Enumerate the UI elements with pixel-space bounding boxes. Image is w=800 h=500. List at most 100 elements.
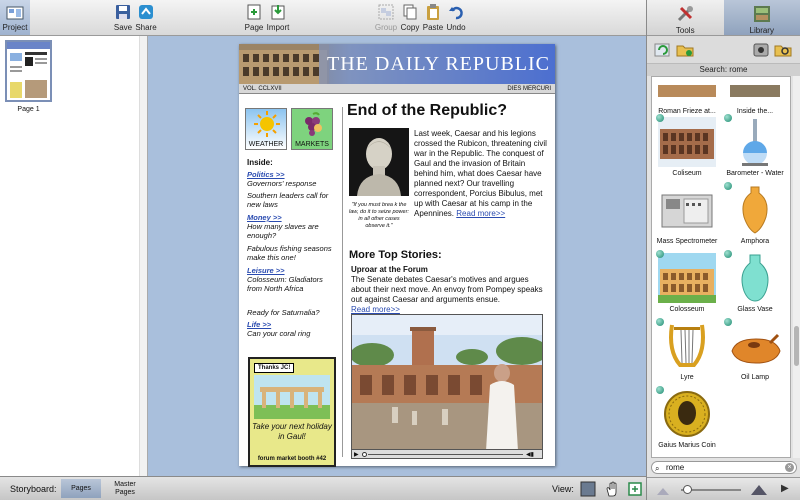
- library-item-label: Inside the...: [736, 108, 774, 115]
- newspaper-page[interactable]: THE DAILY REPUBLIC VOL. CCLXVII DIES MER…: [239, 44, 555, 467]
- refresh-icon[interactable]: [653, 40, 673, 60]
- zoom-bar: ▶: [647, 477, 800, 500]
- interior-icon: [726, 77, 784, 105]
- frieze-icon: [658, 77, 716, 105]
- index-text: Governors' response: [247, 179, 317, 188]
- library-item[interactable]: Coliseum: [654, 114, 720, 185]
- volume-bar: VOL. CCLXVII DIES MERCURI: [239, 84, 555, 94]
- politics-link[interactable]: Politics >>: [247, 170, 285, 179]
- play-icon[interactable]: ▶: [354, 451, 359, 458]
- tab-tools[interactable]: Tools: [647, 0, 724, 35]
- scrubber-knob[interactable]: [362, 452, 367, 457]
- weather-box[interactable]: WEATHER: [245, 108, 287, 150]
- project-label: Project: [2, 23, 28, 32]
- scrubber-track[interactable]: [368, 454, 523, 455]
- life-link[interactable]: Life >>: [247, 320, 271, 329]
- index-text: Fabulous fishing seasons make this one!: [247, 244, 332, 262]
- zoom-out-icon[interactable]: [657, 485, 669, 495]
- library-item[interactable]: Lyre: [654, 318, 720, 389]
- folder-icon[interactable]: [675, 40, 695, 60]
- tools-label: Tools: [675, 26, 695, 35]
- index-text: Ready for Saturnalia?: [247, 308, 320, 317]
- sun-icon: [254, 111, 280, 137]
- colosseum-icon: [656, 250, 716, 303]
- badge-dot: [656, 250, 664, 258]
- play-slideshow-icon[interactable]: ▶: [781, 483, 789, 494]
- library-panel: Tools Library Search: rome Roman Frieze …: [646, 0, 800, 500]
- share-button[interactable]: Share: [124, 3, 168, 32]
- library-item[interactable]: Oil Lamp: [722, 318, 788, 389]
- money-link[interactable]: Money >>: [247, 213, 282, 222]
- bust-drawing: [349, 128, 409, 196]
- project-button[interactable]: Project: [0, 0, 30, 35]
- library-search-input[interactable]: ⌕ rome ×: [651, 461, 797, 474]
- tab-library[interactable]: Library: [723, 0, 800, 35]
- uproar-story: The Senate debates Caesar's motives and …: [351, 275, 546, 315]
- badge-dot: [724, 114, 732, 122]
- badge-dot: [656, 386, 664, 394]
- index-text: Colosseum: Gladiators from North Africa: [247, 275, 323, 293]
- search-icon: ⌕: [655, 464, 660, 473]
- leisure-link[interactable]: Leisure >>: [247, 266, 285, 275]
- library-item-label: Roman Frieze at...: [658, 108, 716, 115]
- library-item[interactable]: Colosseum: [654, 250, 720, 321]
- master-pages-label-1: Master: [114, 481, 136, 488]
- import-button[interactable]: Import: [256, 3, 300, 32]
- import-icon: [271, 5, 285, 20]
- library-item[interactable]: Mass Spectrometer: [654, 185, 720, 253]
- search-results-label: Search: rome: [647, 64, 800, 76]
- index-item-politics[interactable]: Politics >> Governors' response: [247, 170, 337, 188]
- fit-page-icon[interactable]: [627, 481, 643, 497]
- single-page-view-icon[interactable]: [580, 481, 596, 497]
- issue-date: DIES MERCURI: [507, 86, 551, 92]
- volume-icon[interactable]: ◀▮: [526, 451, 534, 458]
- tab-pages[interactable]: Pages: [61, 479, 101, 498]
- device-icon[interactable]: [751, 40, 771, 60]
- badge-dot: [724, 250, 732, 258]
- zoom-slider-knob[interactable]: [683, 485, 692, 494]
- storyboard-scrollbar[interactable]: [139, 36, 147, 476]
- library-item-label: Glass Vase: [737, 306, 773, 313]
- masthead: THE DAILY REPUBLIC: [239, 44, 555, 84]
- video-controls[interactable]: ▶ ◀▮: [351, 450, 543, 459]
- index-text: Can your coral ring: [247, 329, 311, 338]
- view-label: View:: [552, 484, 574, 494]
- library-item[interactable]: Barometer - Water: [722, 114, 788, 185]
- index-item-money[interactable]: Money >> How many slaves are enough?: [247, 213, 337, 240]
- read-more-link-1[interactable]: Read more>>: [456, 209, 505, 218]
- library-scrollbar[interactable]: [793, 76, 800, 458]
- library-item[interactable]: Amphora: [722, 182, 788, 253]
- import-label: Import: [266, 23, 290, 32]
- column-divider: [342, 107, 343, 457]
- library-item[interactable]: Inside the...: [722, 77, 788, 123]
- clear-search-icon[interactable]: ×: [785, 463, 794, 472]
- tab-master-pages[interactable]: Master Pages: [105, 479, 145, 498]
- read-more-link-2[interactable]: Read more>>: [351, 305, 400, 314]
- undo-icon: [449, 6, 463, 20]
- index-item-leisure[interactable]: Leisure >> Colosseum: Gladiators from No…: [247, 266, 337, 293]
- markets-label: MARKETS: [295, 141, 329, 148]
- library-item[interactable]: Roman Frieze at...: [654, 77, 720, 123]
- hand-tool-icon[interactable]: [604, 481, 620, 497]
- headline[interactable]: End of the Republic?: [347, 102, 507, 120]
- undo-button[interactable]: Undo: [434, 3, 478, 32]
- forum-video[interactable]: [351, 314, 543, 450]
- bust-caption: "If you must brea k the law, do it to se…: [349, 202, 409, 229]
- page-thumbnail[interactable]: [5, 40, 52, 102]
- markets-box[interactable]: MARKETS: [291, 108, 333, 150]
- zoom-in-icon[interactable]: [751, 483, 767, 495]
- spectrometer-icon: [658, 185, 716, 235]
- weather-label: WEATHER: [248, 141, 284, 148]
- storyboard-label: Storyboard:: [10, 484, 57, 494]
- index-item-life[interactable]: Life >> Can your coral ring: [247, 320, 337, 338]
- badge-dot: [656, 318, 664, 326]
- library-item-label: Lyre: [680, 374, 694, 381]
- scrollbar-thumb[interactable]: [794, 326, 799, 366]
- library-item[interactable]: Gaius Marius Coin: [654, 386, 720, 457]
- master-pages-label-2: Pages: [115, 489, 135, 496]
- library-item[interactable]: Glass Vase: [722, 250, 788, 321]
- caesar-bust-image[interactable]: [349, 128, 409, 196]
- advertisement[interactable]: Thanks JC! Take your next holiday in Gau…: [248, 357, 336, 467]
- library-item-label: Coliseum: [672, 170, 702, 177]
- browse-icon[interactable]: [773, 40, 793, 60]
